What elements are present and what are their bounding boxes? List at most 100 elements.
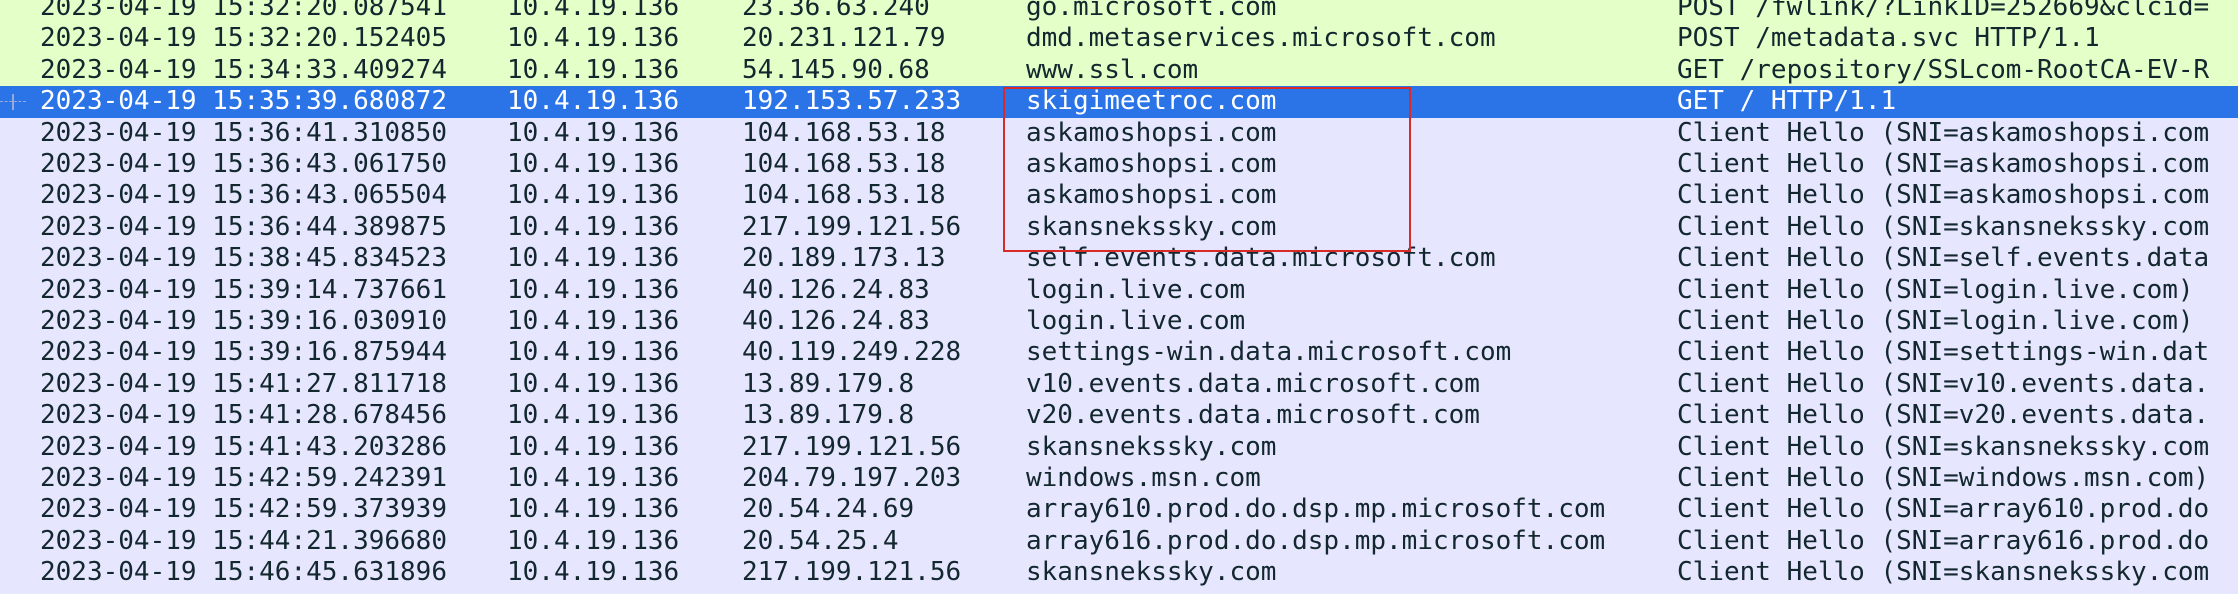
packet-time: 2023-04-19 15:41:28.678456	[40, 400, 447, 431]
packet-info: Client Hello (SNI=settings-win.dat	[1677, 337, 2210, 368]
packet-row[interactable]: 2023-04-19 15:42:59.373939 10.4.19.136 20.…	[0, 494, 2238, 526]
packet-info: Client Hello (SNI=self.events.data	[1677, 243, 2210, 274]
related-packet-arrow-icon	[0, 86, 30, 117]
packet-source: 10.4.19.136	[507, 557, 680, 588]
packet-destination: 104.168.53.18	[742, 180, 946, 211]
packet-destination: 217.199.121.56	[742, 431, 962, 462]
packet-info: GET / HTTP/1.1	[1677, 86, 1897, 117]
packet-row[interactable]: 2023-04-19 15:39:14.737661 10.4.19.136 40.…	[0, 274, 2238, 306]
packet-destination: 217.199.121.56	[742, 557, 962, 588]
packet-row[interactable]: 2023-04-19 15:36:44.389875 10.4.19.136 217…	[0, 211, 2238, 244]
packet-destination: 40.126.24.83	[742, 306, 930, 336]
packet-row[interactable]: 2023-04-19 15:36:41.310850 10.4.19.136 104…	[0, 117, 2238, 149]
packet-source: 10.4.19.136	[507, 180, 680, 211]
packet-source: 10.4.19.136	[507, 117, 680, 148]
packet-destination: 192.153.57.233	[742, 86, 962, 117]
packet-destination: 40.126.24.83	[742, 274, 930, 305]
packet-host: array610.prod.do.dsp.mp.microsoft.com	[1026, 494, 1606, 525]
packet-host: www.ssl.com	[1026, 54, 1199, 85]
packet-time: 2023-04-19 15:42:59.242391	[40, 463, 447, 493]
packet-info: Client Hello (SNI=windows.msn.com)	[1677, 463, 2210, 493]
packet-time: 2023-04-19 15:41:43.203286	[40, 431, 447, 462]
packet-host: skansnekssky.com	[1026, 431, 1277, 462]
packet-info: Client Hello (SNI=askamoshopsi.com	[1677, 180, 2210, 211]
packet-time: 2023-04-19 15:36:44.389875	[40, 211, 447, 242]
packet-host: askamoshopsi.com	[1026, 149, 1277, 179]
packet-destination: 20.189.173.13	[742, 243, 946, 274]
packet-row[interactable]: 2023-04-19 15:42:59.242391 10.4.19.136 204…	[0, 463, 2238, 495]
packet-time: 2023-04-19 15:39:16.030910	[40, 306, 447, 336]
packet-row[interactable]: 2023-04-19 15:38:45.834523 10.4.19.136 20.…	[0, 243, 2238, 275]
packet-host: login.live.com	[1026, 274, 1246, 305]
packet-row[interactable]: 2023-04-19 15:46:45.631896 10.4.19.136 217…	[0, 557, 2238, 589]
packet-info: Client Hello (SNI=array616.prod.do	[1677, 525, 2210, 556]
packet-info: Client Hello (SNI=login.live.com)	[1677, 306, 2194, 336]
packet-row[interactable]: 2023-04-19 15:41:27.811718 10.4.19.136 13.…	[0, 368, 2238, 401]
packet-host: askamoshopsi.com	[1026, 180, 1277, 211]
packet-row[interactable]: 2023-04-19 15:36:43.061750 10.4.19.136 104…	[0, 149, 2238, 181]
packet-source: 10.4.19.136	[507, 337, 680, 368]
packet-time: 2023-04-19 15:41:27.811718	[40, 368, 447, 399]
packet-row[interactable]: 2023-04-19 15:32:20.087541 10.4.19.136 23.…	[0, 0, 2238, 24]
packet-host: skigimeetroc.com	[1026, 86, 1277, 117]
packet-time: 2023-04-19 15:36:41.310850	[40, 117, 447, 148]
packet-time: 2023-04-19 15:39:16.875944	[40, 337, 447, 368]
packet-host: v10.events.data.microsoft.com	[1026, 368, 1480, 399]
packet-row[interactable]: 2023-04-19 15:35:39.680872 10.4.19.136 192…	[0, 86, 2238, 118]
packet-time: 2023-04-19 15:39:14.737661	[40, 274, 447, 305]
packet-row[interactable]: 2023-04-19 15:39:16.030910 10.4.19.136 40.…	[0, 306, 2238, 338]
packet-host: dmd.metaservices.microsoft.com	[1026, 23, 1496, 54]
packet-source: 10.4.19.136	[507, 23, 680, 54]
packet-source: 10.4.19.136	[507, 525, 680, 556]
packet-source: 10.4.19.136	[507, 400, 680, 431]
packet-source: 10.4.19.136	[507, 54, 680, 85]
packet-host: go.microsoft.com	[1026, 0, 1277, 22]
packet-source: 10.4.19.136	[507, 0, 680, 22]
packet-time: 2023-04-19 15:34:33.409274	[40, 54, 447, 85]
packet-time: 2023-04-19 15:42:59.373939	[40, 494, 447, 525]
packet-time: 2023-04-19 15:36:43.061750	[40, 149, 447, 179]
packet-host: askamoshopsi.com	[1026, 117, 1277, 148]
packet-destination: 23.36.63.240	[742, 0, 930, 22]
packet-host: windows.msn.com	[1026, 463, 1261, 493]
packet-info: Client Hello (SNI=login.live.com)	[1677, 274, 2194, 305]
packet-source: 10.4.19.136	[507, 431, 680, 462]
packet-source: 10.4.19.136	[507, 86, 680, 117]
packet-source: 10.4.19.136	[507, 463, 680, 493]
packet-source: 10.4.19.136	[507, 274, 680, 305]
packet-destination: 20.54.24.69	[742, 494, 915, 525]
packet-time: 2023-04-19 15:36:43.065504	[40, 180, 447, 211]
packet-row[interactable]: 2023-04-19 15:39:16.875944 10.4.19.136 40.…	[0, 337, 2238, 369]
packet-row[interactable]: 2023-04-19 15:32:20.152405 10.4.19.136 20.…	[0, 23, 2238, 55]
packet-time: 2023-04-19 15:32:20.152405	[40, 23, 447, 54]
packet-row[interactable]: 2023-04-19 15:41:28.678456 10.4.19.136 13.…	[0, 400, 2238, 432]
packet-destination: 204.79.197.203	[742, 463, 962, 493]
packet-host: v20.events.data.microsoft.com	[1026, 400, 1480, 431]
packet-row[interactable]: 2023-04-19 15:44:21.396680 10.4.19.136 20.…	[0, 525, 2238, 558]
packet-info: POST /metadata.svc HTTP/1.1	[1677, 23, 2100, 54]
packet-source: 10.4.19.136	[507, 494, 680, 525]
packet-info: Client Hello (SNI=v20.events.data.	[1677, 400, 2210, 431]
packet-time: 2023-04-19 15:46:45.631896	[40, 557, 447, 588]
packet-info: Client Hello (SNI=askamoshopsi.com	[1677, 149, 2210, 179]
packet-info: POST /fwlink/?LinkID=252669&clcid=	[1677, 0, 2210, 22]
packet-row[interactable]: 2023-04-19 15:41:43.203286 10.4.19.136 217…	[0, 431, 2238, 463]
packet-host: settings-win.data.microsoft.com	[1026, 337, 1512, 368]
packet-info: Client Hello (SNI=skansnekssky.com	[1677, 557, 2210, 588]
packet-source: 10.4.19.136	[507, 243, 680, 274]
packet-row[interactable]: 2023-04-19 15:36:43.065504 10.4.19.136 104…	[0, 180, 2238, 212]
packet-source: 10.4.19.136	[507, 149, 680, 179]
packet-destination: 54.145.90.68	[742, 54, 930, 85]
packet-info: Client Hello (SNI=array610.prod.do	[1677, 494, 2210, 525]
packet-destination: 40.119.249.228	[742, 337, 962, 368]
packet-destination: 13.89.179.8	[742, 400, 915, 431]
packet-destination: 20.54.25.4	[742, 525, 899, 556]
packet-source: 10.4.19.136	[507, 368, 680, 399]
packet-source: 10.4.19.136	[507, 306, 680, 336]
packet-list: 2023-04-19 15:32:20.087541 10.4.19.136 23.…	[0, 0, 2238, 594]
packet-host: self.events.data.microsoft.com	[1026, 243, 1496, 274]
packet-info: Client Hello (SNI=skansnekssky.com	[1677, 211, 2210, 242]
packet-row[interactable]: 2023-04-19 15:34:33.409274 10.4.19.136 54.…	[0, 54, 2238, 87]
packet-destination: 13.89.179.8	[742, 368, 915, 399]
packet-host: login.live.com	[1026, 306, 1246, 336]
